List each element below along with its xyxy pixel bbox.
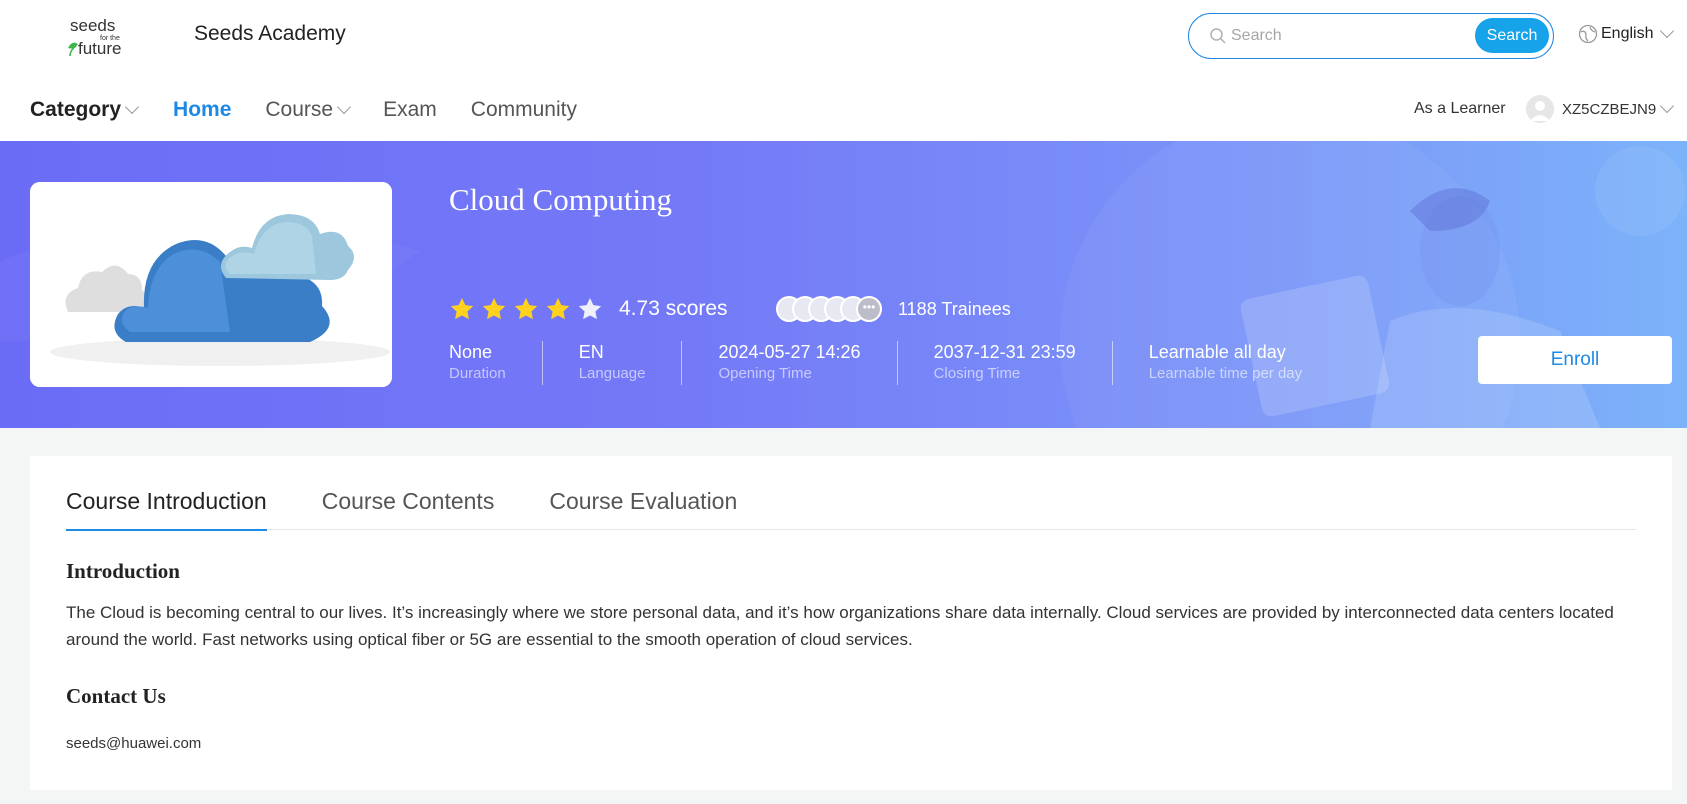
stat-label: Closing Time — [933, 365, 1021, 382]
star-filled-icon — [450, 297, 474, 320]
contact-email[interactable]: seeds@huawei.com — [66, 735, 201, 752]
tab-course-evaluation[interactable]: Course Evaluation — [549, 480, 737, 530]
chevron-down-icon — [124, 99, 140, 115]
user-icon — [1530, 101, 1550, 121]
nav-home[interactable]: Home — [173, 98, 231, 122]
stat-opening-time: 2024-05-27 14:26 Opening Time — [681, 341, 896, 385]
language-label: English — [1601, 25, 1654, 42]
nav-course[interactable]: Course — [265, 98, 352, 122]
course-title: Cloud Computing — [449, 182, 673, 217]
brand-name[interactable]: Seeds Academy — [194, 22, 346, 46]
trainee-count: 1188 Trainees — [898, 299, 1011, 319]
language-selector[interactable]: English — [1578, 23, 1675, 44]
course-banner: Cloud Computing 4.73 scores ••• 1188 Tra… — [0, 141, 1687, 428]
chevron-down-icon — [1660, 23, 1675, 39]
stat-value: 2024-05-27 14:26 — [718, 342, 861, 362]
stat-duration: None Duration — [449, 341, 542, 385]
enroll-button[interactable]: Enroll — [1478, 336, 1672, 384]
chevron-down-icon — [337, 99, 352, 115]
role-switch-learner[interactable]: As a Learner — [1414, 100, 1506, 118]
introduction-text: The Cloud is becoming central to our liv… — [66, 603, 1614, 649]
stat-label: Language — [578, 365, 646, 382]
star-filled-icon — [482, 297, 506, 320]
cloud-illustration — [30, 182, 392, 387]
globe-icon — [1578, 24, 1598, 44]
contact-heading: Contact Us — [66, 684, 166, 708]
nav-category-label: Category — [30, 98, 122, 121]
stat-value: EN — [578, 342, 604, 362]
chevron-down-icon — [1660, 98, 1675, 114]
stat-label: Opening Time — [718, 365, 812, 382]
search-input[interactable] — [1231, 23, 1451, 49]
svg-text:seeds: seeds — [70, 16, 115, 35]
stat-closing-time: 2037-12-31 23:59 Closing Time — [896, 341, 1112, 385]
stat-label: Learnable time per day — [1148, 365, 1303, 382]
stat-value: Learnable all day — [1148, 342, 1286, 362]
search-box: Search — [1188, 13, 1554, 59]
stat-value: 2037-12-31 23:59 — [933, 342, 1076, 362]
tab-course-contents[interactable]: Course Contents — [322, 480, 495, 530]
nav-community[interactable]: Community — [471, 98, 577, 122]
search-icon — [1210, 28, 1226, 44]
user-menu[interactable]: XZ5CZBEJN9 — [1526, 95, 1675, 123]
course-details-card: Course Introduction Course Contents Cour… — [30, 456, 1672, 790]
course-tabs: Course Introduction Course Contents Cour… — [66, 480, 1636, 531]
avatar — [1526, 95, 1554, 123]
stat-label: Duration — [449, 365, 506, 382]
main-nav: Category Home Course Exam Community — [30, 94, 577, 126]
trainee-avatars: ••• — [776, 296, 882, 322]
search-button[interactable]: Search — [1475, 18, 1549, 53]
star-filled-icon — [514, 297, 538, 320]
star-empty-icon — [578, 297, 602, 320]
stat-learnable-time: Learnable all day Learnable time per day — [1111, 341, 1338, 385]
svg-text:future: future — [78, 39, 121, 58]
course-stats: None Duration EN Language 2024-05-27 14:… — [449, 341, 1338, 385]
tab-course-introduction[interactable]: Course Introduction — [66, 480, 267, 531]
nav-exam[interactable]: Exam — [383, 98, 437, 122]
course-rating: 4.73 scores — [449, 296, 728, 322]
rating-score: 4.73 scores — [619, 297, 728, 320]
seeds-for-the-future-logo[interactable]: seeds for the future — [66, 16, 132, 58]
top-header: seeds for the future Seeds Academy Searc… — [0, 0, 1687, 141]
nav-course-label: Course — [265, 98, 334, 121]
nav-category[interactable]: Category — [30, 98, 140, 122]
introduction-heading: Introduction — [66, 559, 180, 583]
course-thumbnail — [30, 182, 392, 387]
username: XZ5CZBEJN9 — [1562, 100, 1657, 118]
stat-language: EN Language — [541, 341, 682, 385]
star-filled-icon — [546, 297, 570, 320]
more-icon: ••• — [856, 296, 882, 322]
stat-value: None — [449, 342, 493, 362]
